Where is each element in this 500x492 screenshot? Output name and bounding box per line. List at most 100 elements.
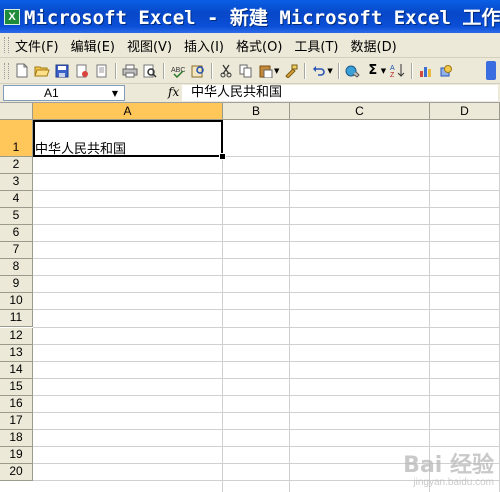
row-header-19[interactable]: 19	[0, 446, 33, 464]
menu-insert[interactable]: 插入(I)	[182, 36, 234, 55]
permission-icon[interactable]	[74, 63, 90, 79]
row-number: 16	[9, 395, 23, 410]
autosum-icon[interactable]: Σ	[365, 63, 381, 79]
drawing-icon[interactable]	[438, 63, 454, 79]
row-number: 3	[12, 174, 20, 189]
paste-dropdown-icon[interactable]: ▼	[274, 67, 279, 75]
row-number: 5	[12, 208, 20, 223]
row-header-17[interactable]: 17	[0, 412, 33, 430]
print-preview-icon[interactable]	[94, 63, 110, 79]
hyperlink-icon[interactable]	[345, 63, 361, 79]
row-header-20[interactable]: 20	[0, 463, 33, 481]
menu-view[interactable]: 视图(V)	[125, 36, 182, 55]
watermark-subtext: jingyan.baidu.com	[413, 477, 494, 488]
column-header-d[interactable]: D	[430, 103, 500, 120]
toolbar-separator	[304, 62, 307, 79]
menu-grip-icon[interactable]	[4, 37, 9, 53]
toolbar-grip-icon[interactable]	[4, 62, 9, 79]
chart-wizard-icon[interactable]	[418, 63, 434, 79]
active-cell-border[interactable]	[33, 120, 223, 157]
name-box-dropdown-icon[interactable]: ▼	[107, 86, 123, 100]
menu-data[interactable]: 数据(D)	[349, 36, 407, 55]
toolbar-separator	[337, 62, 340, 79]
fx-icon[interactable]: fx	[168, 85, 179, 99]
row-number: 20	[9, 463, 23, 478]
row-number: 17	[9, 412, 23, 427]
toolbar-options-icon[interactable]	[486, 61, 496, 80]
row-header-11[interactable]: 11	[0, 310, 33, 328]
fill-handle[interactable]	[219, 153, 226, 160]
row-header-16[interactable]: 16	[0, 395, 33, 413]
svg-text:Z: Z	[390, 72, 395, 78]
column-header-c[interactable]: C	[290, 103, 430, 120]
row-number: 12	[9, 327, 23, 342]
row-header-12[interactable]: 12	[0, 327, 33, 345]
row-number: 7	[12, 242, 20, 257]
save-icon[interactable]	[54, 63, 70, 79]
menu-bar: 文件(F) 编辑(E) 视图(V) 插入(I) 格式(O) 工具(T) 数据(D…	[0, 33, 500, 58]
row-number: 2	[12, 157, 20, 172]
column-gridline	[222, 120, 223, 492]
row-number: 9	[12, 276, 20, 291]
sort-ascending-icon[interactable]: AZ	[390, 63, 406, 79]
copy-icon[interactable]	[238, 63, 254, 79]
row-header-15[interactable]: 15	[0, 378, 33, 396]
toolbar-separator	[411, 62, 414, 79]
window-title: Microsoft Excel - 新建 Microsoft Excel 工作表	[24, 7, 500, 29]
row-number: 19	[9, 446, 23, 461]
row-number: 8	[12, 259, 20, 274]
row-header-6[interactable]: 6	[0, 225, 33, 243]
format-painter-icon[interactable]	[283, 63, 299, 79]
select-all-corner[interactable]	[0, 103, 33, 120]
column-gridline	[289, 120, 290, 492]
menu-tools[interactable]: 工具(T)	[292, 36, 348, 55]
row-header-4[interactable]: 4	[0, 191, 33, 209]
cut-icon[interactable]	[218, 63, 234, 79]
standard-toolbar: ABC ▼ ▼ Σ ▼ AZ	[0, 58, 500, 84]
row-number: 10	[9, 293, 23, 308]
column-header-a[interactable]: A	[33, 103, 223, 120]
row-header-5[interactable]: 5	[0, 208, 33, 226]
paste-icon[interactable]	[258, 63, 274, 79]
row-header-3[interactable]: 3	[0, 174, 33, 192]
spelling-icon[interactable]: ABC	[170, 63, 186, 79]
row-header-9[interactable]: 9	[0, 276, 33, 294]
new-icon[interactable]	[14, 63, 30, 79]
row-number: 1	[12, 140, 20, 154]
baidu-jingyan-watermark: Bai 经验 jingyan.baidu.com	[403, 447, 494, 488]
menu-file[interactable]: 文件(F)	[13, 36, 69, 55]
row-header-7[interactable]: 7	[0, 242, 33, 260]
row-header-13[interactable]: 13	[0, 344, 33, 362]
undo-dropdown-icon[interactable]: ▼	[327, 67, 332, 75]
menu-format[interactable]: 格式(O)	[234, 36, 292, 55]
formula-input[interactable]: 中华人民共和国	[182, 85, 498, 101]
worksheet-grid[interactable]: ABCD 1 2 3 4 5 6 7 8 9 10 11 12 13 14 15 16 17 18 19 20 中华人…	[0, 103, 500, 492]
row-header-18[interactable]: 18	[0, 429, 33, 447]
watermark-text: Bai 经验	[403, 453, 494, 478]
open-icon[interactable]	[34, 63, 50, 79]
row-header-14[interactable]: 14	[0, 361, 33, 379]
toolbar-separator	[115, 62, 117, 79]
column-gridline	[429, 120, 430, 492]
row-header-1[interactable]: 1	[0, 120, 33, 157]
row-number: 15	[9, 378, 23, 393]
column-header-b[interactable]: B	[223, 103, 290, 120]
excel-icon[interactable]: X	[4, 8, 20, 25]
research-icon[interactable]	[190, 63, 206, 79]
row-header-10[interactable]: 10	[0, 293, 33, 311]
row-header-8[interactable]: 8	[0, 259, 33, 277]
title-bar[interactable]: X Microsoft Excel - 新建 Microsoft Excel 工…	[0, 0, 500, 33]
menu-edit[interactable]: 编辑(E)	[69, 36, 125, 55]
toolbar-separator	[163, 62, 165, 79]
row-header-2[interactable]: 2	[0, 157, 33, 175]
preview-icon[interactable]	[142, 63, 158, 79]
svg-text:ABC: ABC	[171, 67, 185, 74]
undo-icon[interactable]	[311, 63, 327, 79]
print-icon[interactable]	[122, 63, 138, 79]
autosum-dropdown-icon[interactable]: ▼	[381, 67, 386, 75]
row-number: 14	[9, 361, 23, 376]
svg-text:A: A	[390, 65, 395, 72]
row-number: 11	[9, 310, 23, 325]
row-number: 13	[9, 344, 23, 359]
formula-bar: A1 ▼ fx 中华人民共和国	[0, 84, 500, 103]
